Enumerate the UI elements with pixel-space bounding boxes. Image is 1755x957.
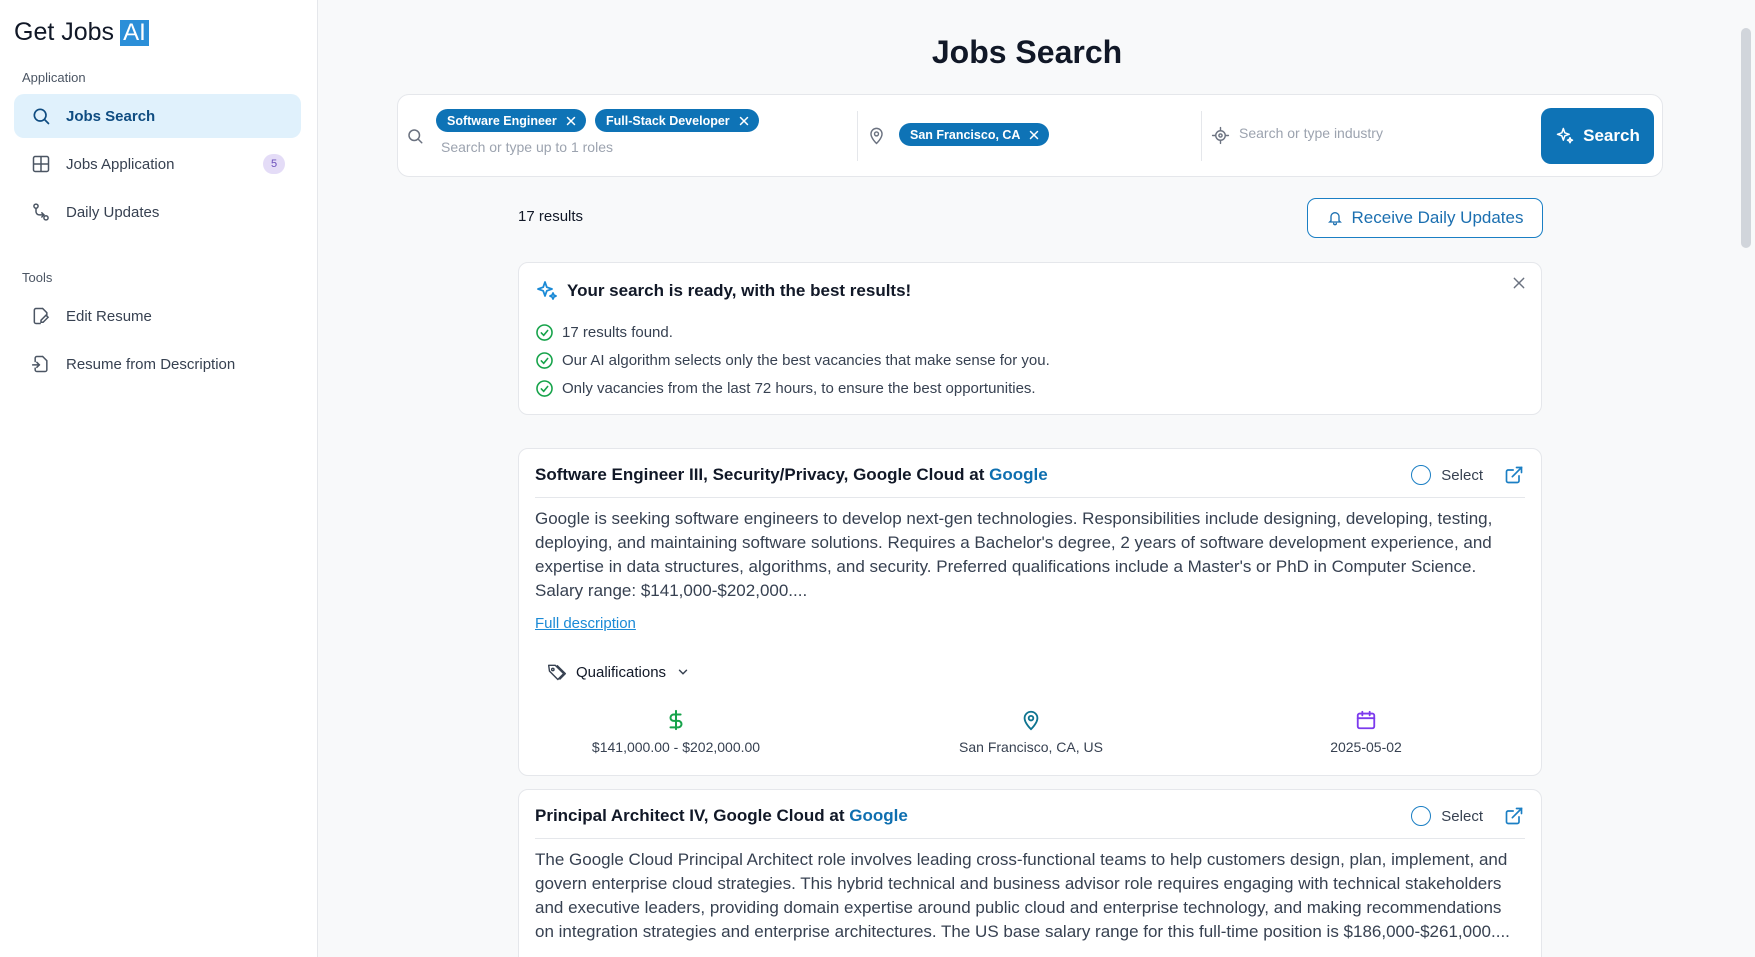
location-pin-icon [865, 124, 887, 146]
role-chip-full-stack-developer[interactable]: Full-Stack Developer [595, 109, 759, 132]
sidebar-item-label: Jobs Application [66, 155, 175, 173]
check-circle-icon [536, 352, 553, 369]
divider [1201, 111, 1202, 161]
tags-icon [547, 664, 567, 681]
full-description-link[interactable]: Full description [535, 615, 636, 632]
job-location: San Francisco, CA, US [881, 707, 1181, 755]
info-card-title: Your search is ready, with the best resu… [535, 279, 911, 303]
sidebar-item-jobs-search[interactable]: Jobs Search [14, 94, 301, 138]
roles-input[interactable]: Search or type up to 1 roles [441, 139, 613, 155]
job-card: Principal Architect IV, Google Cloud at … [518, 789, 1542, 957]
search-button-label: Search [1583, 126, 1640, 145]
close-icon[interactable] [564, 114, 578, 128]
job-description: The Google Cloud Principal Architect rol… [535, 850, 1510, 941]
select-job-toggle[interactable]: Select [1411, 465, 1483, 485]
close-icon[interactable] [1509, 273, 1529, 293]
sidebar-item-daily-updates[interactable]: Daily Updates [14, 190, 301, 234]
grid-icon [30, 153, 52, 175]
check-circle-icon [536, 380, 553, 397]
info-point: Our AI algorithm selects only the best v… [535, 351, 1050, 370]
sidebar: Get Jobs AI Application Jobs Search Jobs… [0, 0, 318, 957]
document-import-icon [30, 353, 52, 375]
main-content: Jobs Search Software Engineer Full-Stack… [319, 0, 1735, 957]
search-button[interactable]: Search [1541, 108, 1654, 164]
edit-document-icon [30, 305, 52, 327]
crosshair-icon [1209, 124, 1231, 146]
sidebar-item-edit-resume[interactable]: Edit Resume [14, 294, 301, 338]
close-icon[interactable] [737, 114, 751, 128]
chip-label: Full-Stack Developer [606, 113, 730, 128]
job-title: Principal Architect IV, Google Cloud at … [535, 806, 908, 825]
sidebar-item-label: Resume from Description [66, 355, 236, 373]
external-link-icon[interactable] [1503, 464, 1525, 486]
sidebar-item-jobs-application[interactable]: Jobs Application 5 [14, 142, 301, 186]
job-date: 2025-05-02 [1216, 707, 1516, 755]
search-bar: Software Engineer Full-Stack Developer S… [397, 94, 1663, 177]
divider [535, 497, 1525, 498]
bell-icon [1327, 212, 1342, 226]
app-logo[interactable]: Get Jobs AI [14, 18, 149, 47]
job-salary: $141,000.00 - $202,000.00 [526, 707, 826, 755]
chip-label: Software Engineer [447, 113, 557, 128]
close-icon[interactable] [1027, 128, 1041, 142]
section-label-application: Application [22, 70, 86, 85]
daily-button-label: Receive Daily Updates [1351, 208, 1524, 227]
sparkle-icon [1556, 127, 1574, 144]
applications-count-badge: 5 [263, 154, 285, 174]
job-card: Software Engineer III, Security/Privacy,… [518, 448, 1542, 776]
dollar-icon [526, 707, 826, 733]
sidebar-item-label: Jobs Search [66, 107, 156, 125]
info-title-text: Your search is ready, with the best resu… [567, 281, 912, 300]
job-description: Google is seeking software engineers to … [535, 509, 1493, 600]
search-icon [404, 125, 426, 147]
company-link[interactable]: Google [849, 806, 908, 825]
section-label-tools: Tools [22, 270, 53, 285]
sidebar-item-label: Daily Updates [66, 203, 160, 221]
info-point: Only vacancies from the last 72 hours, t… [535, 379, 1036, 398]
scrollbar-thumb[interactable] [1741, 28, 1751, 248]
select-radio[interactable] [1411, 465, 1432, 485]
page-scrollbar[interactable] [1735, 0, 1755, 957]
qualifications-toggle[interactable]: Qualifications [546, 662, 698, 682]
search-icon [30, 105, 52, 127]
page-title: Jobs Search [931, 34, 1123, 70]
location-pin-icon [881, 707, 1181, 733]
logo-badge: AI [120, 19, 149, 46]
select-job-toggle[interactable]: Select [1411, 806, 1483, 826]
role-chip-software-engineer[interactable]: Software Engineer [436, 109, 586, 132]
receive-daily-updates-button[interactable]: Receive Daily Updates [1307, 198, 1543, 238]
job-title: Software Engineer III, Security/Privacy,… [535, 465, 1048, 484]
external-link-icon[interactable] [1503, 805, 1525, 827]
logo-text: Get Jobs [14, 18, 115, 46]
git-compare-icon [30, 201, 52, 223]
results-count: 17 results [518, 208, 584, 225]
info-point: 17 results found. [535, 323, 673, 342]
divider [535, 838, 1525, 839]
divider [857, 111, 858, 161]
company-link[interactable]: Google [989, 465, 1048, 484]
industry-input[interactable]: Search or type industry [1239, 125, 1383, 141]
sidebar-item-resume-from-description[interactable]: Resume from Description [14, 342, 301, 386]
select-radio[interactable] [1411, 806, 1432, 826]
chip-label: San Francisco, CA [910, 127, 1021, 142]
search-info-card: Your search is ready, with the best resu… [518, 262, 1542, 415]
check-circle-icon [536, 324, 553, 341]
sidebar-item-label: Edit Resume [66, 307, 152, 325]
location-chip-san-francisco[interactable]: San Francisco, CA [899, 123, 1050, 146]
sparkle-icon [537, 281, 557, 300]
calendar-icon [1216, 707, 1516, 733]
chevron-down-icon [678, 669, 688, 675]
